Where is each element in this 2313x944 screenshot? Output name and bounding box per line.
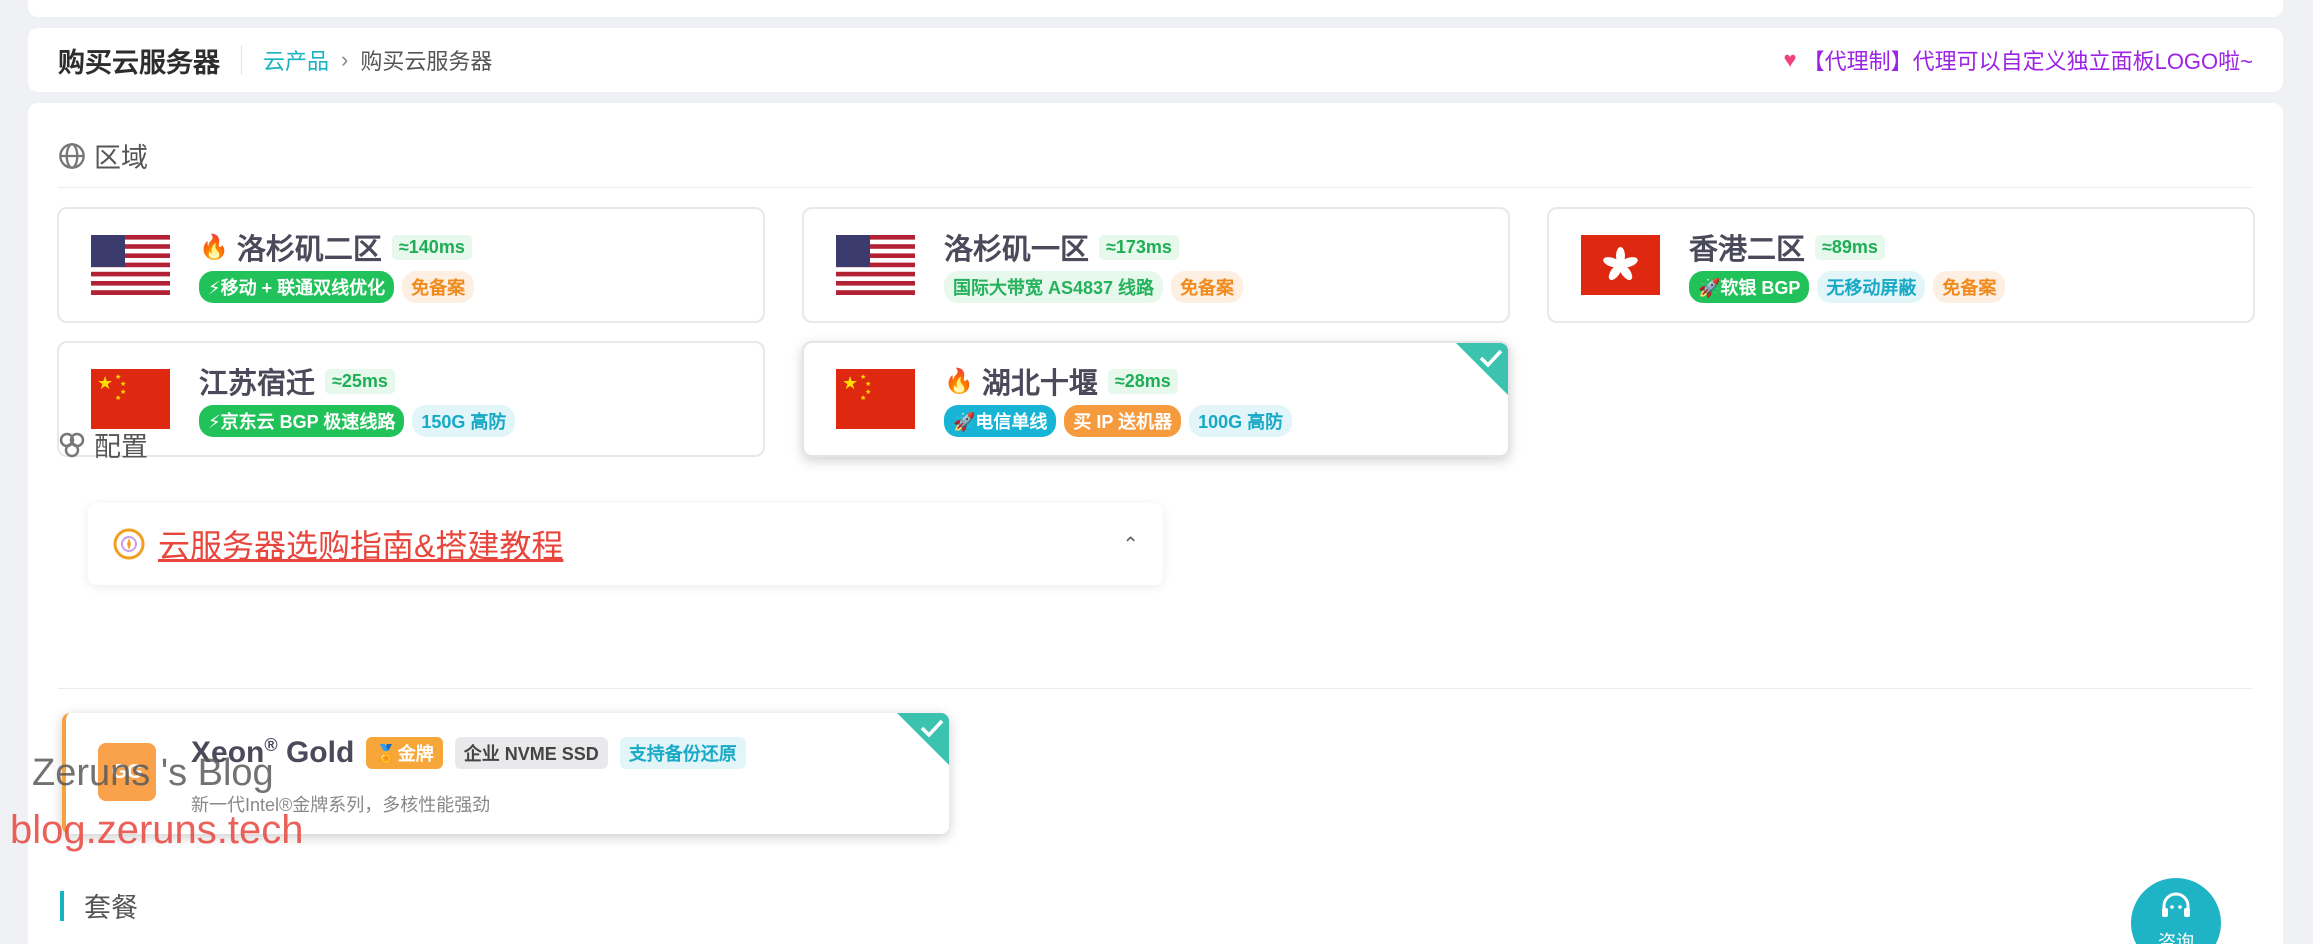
region-body: 洛杉矶一区 ≈173ms 国际大带宽 AS4837 线路 免备案 (944, 229, 1244, 303)
selected-check-icon (1456, 343, 1508, 395)
ping-badge: ≈173ms (1099, 234, 1179, 260)
region-card-la1[interactable]: 洛杉矶一区 ≈173ms 国际大带宽 AS4837 线路 免备案 (802, 207, 1510, 323)
top-strip (28, 0, 2283, 17)
package-section-title: 套餐 (84, 893, 138, 923)
svg-text:★: ★ (842, 373, 858, 394)
cn-flag-icon: ★ ★ ★ ★ ★ (836, 369, 915, 429)
region-title-row: 🔥 湖北十堰 ≈28ms (944, 363, 1292, 400)
region-card-suqian[interactable]: ★ ★ ★ ★ ★ 江苏宿迁 ≈25ms ⚡京东云 BGP 极速线路 150G … (57, 341, 765, 457)
region-tag: 100G 高防 (1189, 405, 1293, 437)
region-body: 🔥 湖北十堰 ≈28ms 🚀电信单线 买 IP 送机器 100G 高防 (944, 363, 1293, 437)
fire-icon: 🔥 (199, 233, 229, 261)
globe-icon (59, 142, 85, 169)
region-body: 🔥 洛杉矶二区 ≈140ms ⚡移动 + 联通双线优化 免备案 (199, 229, 475, 303)
page-title: 购买云服务器 (58, 47, 220, 78)
region-tag: 🚀软银 BGP (1689, 271, 1810, 303)
region-body: 江苏宿迁 ≈25ms ⚡京东云 BGP 极速线路 150G 高防 (199, 363, 516, 437)
region-title-row: 江苏宿迁 ≈25ms (199, 363, 515, 400)
page-header: 购买云服务器 云产品 › 购买云服务器 ♥ 【代理制】代理可以自定义独立面板LO… (28, 28, 2283, 92)
svg-text:★: ★ (865, 380, 871, 388)
section-accent-bar (60, 890, 64, 921)
heart-icon: ♥ (1783, 47, 1797, 72)
region-tag: 免备案 (402, 271, 475, 303)
config-section-title: 配置 (94, 432, 148, 462)
cn-flag-icon: ★ ★ ★ ★ ★ (91, 369, 170, 429)
breadcrumb-cloud-products[interactable]: 云产品 (263, 44, 329, 76)
watermark-title: Zeruns 's Blog (32, 752, 274, 794)
breadcrumb-separator: › (341, 47, 349, 72)
region-card-la2[interactable]: 🔥 洛杉矶二区 ≈140ms ⚡移动 + 联通双线优化 免备案 (57, 207, 765, 323)
region-card-shiyan[interactable]: ★ ★ ★ ★ ★ 🔥 湖北十堰 ≈28ms 🚀电信单线 买 IP 送机器 10… (802, 341, 1510, 457)
region-tag: 🚀电信单线 (944, 405, 1057, 437)
region-name: 江苏宿迁 (199, 368, 316, 400)
us-flag-icon (91, 235, 170, 295)
ping-badge: ≈140ms (391, 234, 472, 260)
section-divider (58, 688, 2253, 689)
selected-check-icon (897, 713, 949, 765)
config-badge: 🏅金牌 (366, 736, 443, 769)
region-title-row: 香港二区 ≈89ms (1689, 229, 2005, 266)
region-tags: ⚡移动 + 联通双线优化 免备案 (199, 271, 475, 303)
svg-text:★: ★ (115, 394, 121, 402)
region-body: 香港二区 ≈89ms 🚀软银 BGP 无移动屏蔽 免备案 (1689, 229, 2006, 303)
ping-badge: ≈89ms (1815, 234, 1885, 260)
region-tags: ⚡京东云 BGP 极速线路 150G 高防 (199, 405, 516, 437)
region-tag: 150G 高防 (412, 405, 516, 437)
guide-link[interactable]: 云服务器选购指南&搭建教程 (158, 521, 563, 567)
region-tag: 无移动屏蔽 (1817, 271, 1926, 303)
hk-flag-icon (1581, 235, 1660, 295)
headset-icon (2162, 892, 2190, 917)
region-title-row: 洛杉矶一区 ≈173ms (944, 229, 1243, 266)
config-section-header: 配置 (58, 425, 148, 464)
region-tag: ⚡移动 + 联通双线优化 (199, 271, 395, 303)
region-title-row: 🔥 洛杉矶二区 ≈140ms (199, 229, 474, 266)
region-tag: ⚡京东云 BGP 极速线路 (199, 405, 405, 437)
config-badge: 支持备份还原 (619, 736, 746, 769)
region-tags: 🚀软银 BGP 无移动屏蔽 免备案 (1689, 271, 2006, 303)
header-divider (241, 45, 242, 75)
region-tag: 国际大带宽 AS4837 线路 (944, 271, 1164, 303)
region-section-header: 区域 (58, 136, 148, 175)
region-name: 湖北十堰 (981, 368, 1098, 400)
ping-badge: ≈28ms (1107, 368, 1178, 394)
region-tags: 国际大带宽 AS4837 线路 免备案 (944, 271, 1244, 303)
agent-notice-text: 【代理制】代理可以自定义独立面板LOGO啦~ (1802, 49, 2253, 74)
region-tag: 买 IP 送机器 (1064, 405, 1182, 437)
fire-icon: 🔥 (944, 367, 974, 395)
us-flag-icon (836, 235, 915, 295)
svg-text:★: ★ (120, 380, 126, 388)
chevron-up-icon[interactable]: ⌃ (1122, 532, 1139, 557)
guide-panel[interactable]: 云服务器选购指南&搭建教程 ⌃ (88, 503, 1163, 585)
compass-icon (113, 528, 145, 560)
watermark-url: blog.zeruns.tech (10, 808, 304, 852)
region-name: 香港二区 (1689, 234, 1806, 266)
ping-badge: ≈25ms (325, 368, 395, 394)
region-section-title: 区域 (94, 143, 148, 173)
package-section-header: 套餐 (60, 886, 138, 925)
region-tag: 免备案 (1933, 271, 2006, 303)
agent-notice[interactable]: ♥ 【代理制】代理可以自定义独立面板LOGO啦~ (1784, 44, 2253, 76)
region-tags: 🚀电信单线 买 IP 送机器 100G 高防 (944, 405, 1293, 437)
config-badge: 企业 NVME SSD (454, 736, 608, 769)
cubes-icon (59, 432, 85, 457)
region-name: 洛杉矶一区 (944, 234, 1090, 266)
config-title-row: Xeon® Gold 🏅金牌 企业 NVME SSD 支持备份还原 (191, 735, 746, 770)
breadcrumb-current: 购买云服务器 (360, 49, 493, 74)
region-card-hk2[interactable]: 香港二区 ≈89ms 🚀软银 BGP 无移动屏蔽 免备案 (1547, 207, 2255, 323)
consult-label: 咨询 (2158, 932, 2194, 944)
region-tag: 免备案 (1171, 271, 1244, 303)
section-divider (58, 187, 2253, 188)
svg-text:★: ★ (97, 373, 113, 394)
svg-text:★: ★ (860, 394, 866, 402)
region-name: 洛杉矶二区 (236, 234, 382, 266)
